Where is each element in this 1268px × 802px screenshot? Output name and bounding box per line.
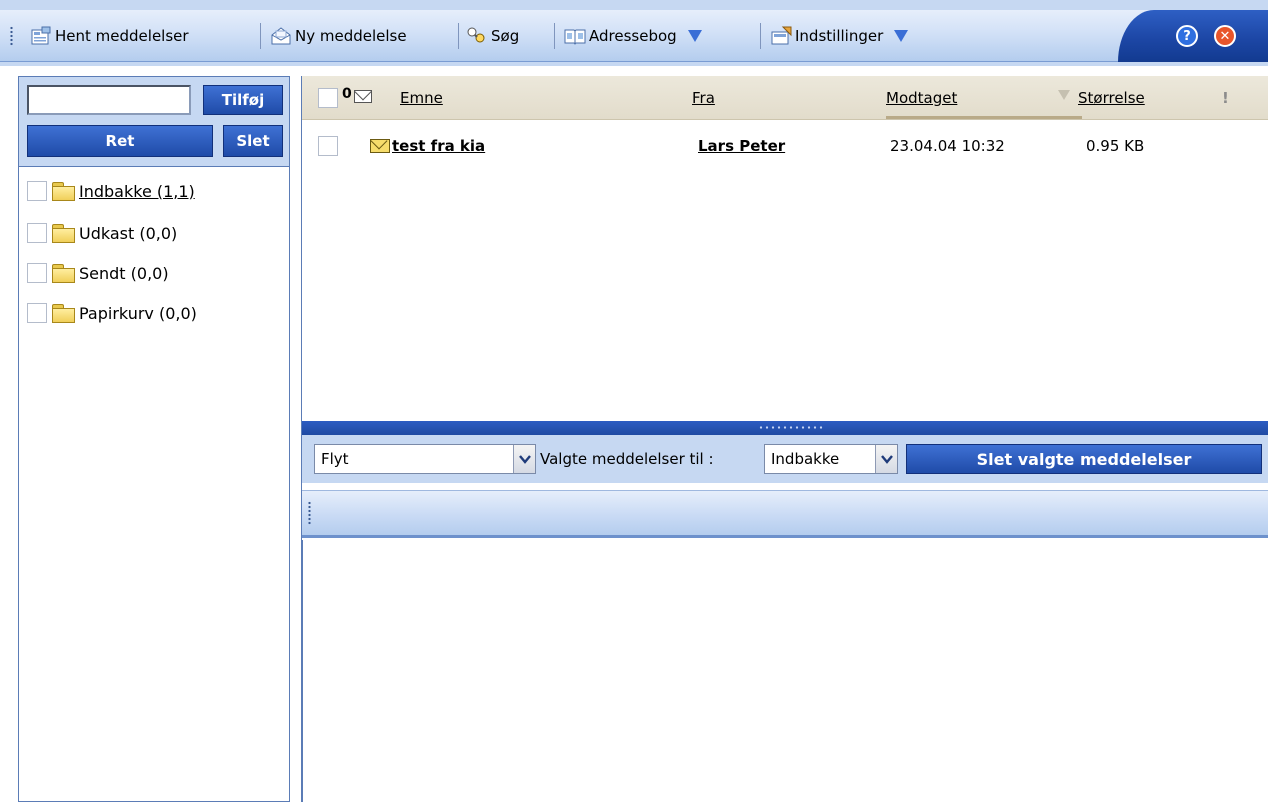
- column-received-label: Modtaget: [886, 89, 958, 107]
- toolbar-strip: Hent meddelelser Ny meddelelse Søg Adres…: [0, 10, 1268, 62]
- toolbar-divider: [554, 23, 555, 49]
- move-to-label: Valgte meddelelser til :: [540, 450, 714, 468]
- column-size-label: Størrelse: [1078, 89, 1145, 107]
- column-from[interactable]: Fra: [692, 76, 715, 120]
- column-received[interactable]: Modtaget: [886, 76, 957, 120]
- get-messages-label: Hent meddelelser: [55, 27, 189, 45]
- rename-folder-label: Ret: [105, 132, 135, 150]
- new-message-button[interactable]: Ny meddelelse: [270, 10, 407, 62]
- sort-indicator-bar: [886, 116, 1082, 119]
- chevron-down-icon[interactable]: [513, 445, 535, 473]
- delete-selected-label: Slet valgte meddelelser: [976, 449, 1192, 469]
- folder-label[interactable]: Sendt (0,0): [79, 264, 169, 283]
- main-toolbar: Hent meddelelser Ny meddelelse Søg Adres…: [0, 0, 1268, 66]
- sort-arrow-icon: [1058, 90, 1070, 100]
- message-list-header: 0 Emne Fra Modtaget Størrelse !: [302, 76, 1268, 120]
- envelope-header-icon: [354, 90, 372, 103]
- size-cell: 0.95 KB: [1086, 126, 1144, 166]
- toolbar-divider: [458, 23, 459, 49]
- add-folder-button[interactable]: Tilføj: [203, 85, 283, 115]
- folder-label[interactable]: Indbakke (1,1): [79, 182, 195, 201]
- close-icon[interactable]: ✕: [1214, 25, 1236, 47]
- select-all-checkbox[interactable]: [318, 88, 338, 108]
- settings-button[interactable]: Indstillinger: [770, 10, 909, 62]
- priority-icon: !: [1222, 89, 1229, 107]
- chevron-down-icon[interactable]: [875, 445, 897, 473]
- column-size[interactable]: Størrelse: [1078, 76, 1145, 120]
- address-book-dropdown-icon[interactable]: [687, 30, 702, 42]
- folder-controls: Tilføj Ret Slet: [19, 77, 289, 167]
- unread-envelope-icon: [370, 139, 390, 153]
- folder-checkbox[interactable]: [27, 181, 47, 201]
- settings-dropdown-icon[interactable]: [894, 30, 909, 42]
- message-from[interactable]: Lars Peter: [698, 137, 785, 155]
- from-cell[interactable]: Lars Peter: [698, 126, 785, 166]
- message-subject[interactable]: test fra kia: [392, 137, 485, 155]
- preview-toolbar-grip-icon[interactable]: [308, 501, 311, 525]
- folder-checkbox[interactable]: [27, 223, 47, 243]
- search-button[interactable]: Søg: [466, 10, 519, 62]
- delete-selected-button[interactable]: Slet valgte meddelelser: [906, 444, 1262, 474]
- address-book-button[interactable]: Adressebog: [564, 10, 702, 62]
- column-subject[interactable]: Emne: [400, 76, 443, 120]
- attachment-icon: 0: [342, 86, 352, 102]
- toolbar-grip-icon[interactable]: [10, 26, 13, 46]
- message-size: 0.95 KB: [1086, 137, 1145, 155]
- search-icon: [466, 26, 488, 46]
- open-folder-icon: [51, 182, 75, 201]
- target-folder-value: Indbakke: [771, 450, 840, 468]
- add-folder-label: Tilføj: [221, 91, 265, 109]
- action-bar: Flyt Valgte meddelelser til : Indbakke S…: [302, 435, 1268, 483]
- search-label: Søg: [491, 27, 520, 45]
- new-folder-input[interactable]: [27, 85, 191, 115]
- subject-cell[interactable]: test fra kia: [370, 126, 485, 166]
- settings-label: Indstillinger: [795, 27, 884, 45]
- help-symbol: ?: [1183, 28, 1191, 44]
- rename-folder-button[interactable]: Ret: [27, 125, 213, 157]
- column-priority[interactable]: !: [1222, 76, 1229, 120]
- column-subject-label: Emne: [400, 89, 443, 107]
- operation-value: Flyt: [321, 450, 349, 468]
- address-book-label: Adressebog: [589, 27, 677, 45]
- preview-toolbar: [302, 490, 1268, 538]
- folder-item-drafts[interactable]: Udkast (0,0): [27, 220, 177, 246]
- message-list: 0 Emne Fra Modtaget Størrelse ! test fra…: [302, 76, 1268, 421]
- pane-splitter[interactable]: [302, 421, 1268, 435]
- table-row[interactable]: test fra kia Lars Peter 23.04.04 10:32 0…: [302, 126, 1268, 166]
- settings-icon: [770, 26, 792, 46]
- delete-folder-button[interactable]: Slet: [223, 125, 283, 157]
- toolbar-divider: [260, 23, 261, 49]
- toolbar-divider: [760, 23, 761, 49]
- new-message-label: Ny meddelelse: [295, 27, 407, 45]
- close-symbol: ✕: [1219, 28, 1231, 44]
- folder-item-inbox[interactable]: Indbakke (1,1): [27, 178, 195, 204]
- folder-pane: Tilføj Ret Slet Indbakke (1,1) Udkast (0…: [18, 76, 290, 802]
- get-messages-icon: [30, 26, 52, 46]
- folder-icon: [51, 264, 75, 283]
- toolbar-action-area: ? ✕: [1118, 10, 1268, 62]
- get-messages-button[interactable]: Hent meddelelser: [30, 10, 189, 62]
- folder-item-trash[interactable]: Papirkurv (0,0): [27, 300, 197, 326]
- row-checkbox[interactable]: [318, 136, 338, 156]
- folder-label[interactable]: Udkast (0,0): [79, 224, 177, 243]
- address-book-icon: [564, 26, 586, 46]
- row-checkbox-cell: [318, 126, 338, 166]
- target-folder-select[interactable]: Indbakke: [764, 444, 898, 474]
- folder-checkbox[interactable]: [27, 303, 47, 323]
- folder-icon: [51, 304, 75, 323]
- message-received: 23.04.04 10:32: [890, 137, 1005, 155]
- delete-folder-label: Slet: [236, 132, 270, 150]
- splitter-grip-icon[interactable]: [758, 426, 824, 429]
- column-from-label: Fra: [692, 89, 715, 107]
- folder-item-sent[interactable]: Sendt (0,0): [27, 260, 169, 286]
- operation-select[interactable]: Flyt: [314, 444, 536, 474]
- folder-checkbox[interactable]: [27, 263, 47, 283]
- folder-label[interactable]: Papirkurv (0,0): [79, 304, 197, 323]
- received-cell: 23.04.04 10:32: [890, 126, 1005, 166]
- help-icon[interactable]: ?: [1176, 25, 1198, 47]
- message-preview: [302, 540, 1268, 802]
- new-message-icon: [270, 26, 292, 46]
- folder-icon: [51, 224, 75, 243]
